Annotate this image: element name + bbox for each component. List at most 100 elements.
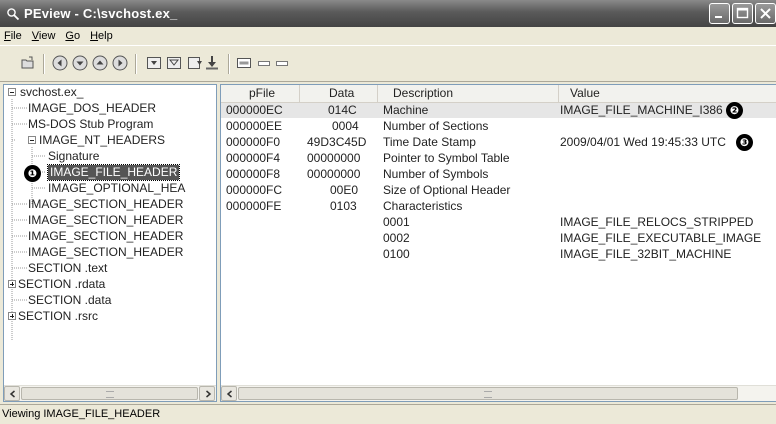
chevron-right-icon	[206, 390, 212, 398]
cell-value: IMAGE_FILE_MACHINE_I386	[560, 103, 723, 117]
cell-value: 2009/04/01 Wed 19:45:33 UTC	[560, 135, 726, 149]
scroll-left-button[interactable]	[4, 386, 20, 401]
grid-horizontal-scrollbar[interactable]	[221, 385, 776, 401]
column-header-description[interactable]: Description	[378, 85, 559, 102]
menu-help[interactable]: Help	[85, 30, 118, 42]
address-mode-icon[interactable]	[236, 55, 252, 71]
tree-item[interactable]: IMAGE_SECTION_HEADER	[28, 197, 183, 212]
tree-item[interactable]: SECTION .rsrc	[18, 309, 98, 324]
table-row[interactable]: 0100 IMAGE_FILE_32BIT_MACHINE	[221, 247, 776, 262]
cell-description: Machine	[383, 103, 429, 117]
maximize-button[interactable]	[732, 3, 753, 24]
table-row[interactable]: 000000EE 0004 Number of Sections	[221, 119, 776, 134]
go-down-icon[interactable]	[72, 55, 88, 71]
cell-data: 014C	[328, 103, 357, 117]
table-row[interactable]: 000000F0 49D3C45D Time Date Stamp 2009/0…	[221, 135, 776, 150]
cell-pfile: 000000F8	[226, 167, 281, 181]
menu-view[interactable]: View	[27, 30, 61, 42]
tree-item[interactable]: SECTION .data	[28, 293, 111, 308]
menu-go-accel: G	[65, 30, 74, 42]
scroll-thumb[interactable]	[238, 387, 738, 400]
tree-item[interactable]: SECTION .text	[28, 261, 107, 276]
table-row[interactable]: 000000EC 014C Machine IMAGE_FILE_MACHINE…	[221, 103, 776, 118]
callout-2: ❷	[726, 102, 743, 119]
grid-header: pFile Data Description Value	[221, 85, 776, 103]
cell-description: Pointer to Symbol Table	[383, 151, 510, 165]
display-mode-1-icon[interactable]	[256, 55, 272, 71]
tree-item[interactable]: Signature	[48, 149, 99, 164]
cell-value: IMAGE_FILE_32BIT_MACHINE	[560, 247, 732, 261]
tree-collapse-toggle[interactable]	[8, 88, 16, 96]
menu-file-accel: F	[4, 30, 11, 42]
scroll-thumb[interactable]	[21, 387, 198, 400]
scroll-right-button[interactable]	[199, 386, 215, 401]
tree-item[interactable]: SECTION .rdata	[18, 277, 105, 292]
table-row[interactable]: 000000FE 0103 Characteristics	[221, 199, 776, 214]
detail-grid[interactable]: pFile Data Description Value 000000EC 01…	[220, 84, 776, 402]
tree-item[interactable]: IMAGE_DOS_HEADER	[28, 101, 156, 116]
tree-item[interactable]: IMAGE_SECTION_HEADER	[28, 245, 183, 260]
menu-file[interactable]: File	[0, 30, 27, 42]
tree-item[interactable]: IMAGE_SECTION_HEADER	[28, 213, 183, 228]
cell-data: 00000000	[307, 167, 361, 181]
scroll-left-button[interactable]	[221, 386, 237, 401]
go-back-icon[interactable]	[52, 55, 68, 71]
tree-collapse-toggle[interactable]	[28, 136, 36, 144]
menu-bar: File View Go Help	[0, 27, 776, 45]
tree-root[interactable]: svchost.ex_	[20, 85, 83, 100]
column-header-pfile[interactable]: pFile	[221, 85, 300, 102]
tree-item-selected[interactable]: IMAGE_FILE_HEADER	[46, 164, 181, 181]
cell-data: 0103	[330, 199, 357, 213]
cell-data: 0004	[332, 119, 359, 133]
close-button[interactable]	[755, 3, 776, 24]
tree-item[interactable]: IMAGE_NT_HEADERS	[39, 133, 165, 148]
cell-description: Time Date Stamp	[383, 135, 476, 149]
column-header-value[interactable]: Value	[559, 85, 776, 102]
menu-help-rest: elp	[98, 30, 113, 42]
cell-pfile: 000000F0	[226, 135, 281, 149]
cell-pfile: 000000F4	[226, 151, 281, 165]
table-row[interactable]: 0001 IMAGE_FILE_RELOCS_STRIPPED	[221, 215, 776, 230]
title-bar[interactable]: PEview - C:\svchost.ex_	[0, 0, 776, 27]
display-mode-2-icon[interactable]	[274, 55, 290, 71]
cell-description: 0002	[383, 231, 410, 245]
go-forward-icon[interactable]	[112, 55, 128, 71]
view-byte-icon[interactable]	[146, 55, 162, 71]
cell-pfile: 000000EE	[226, 119, 283, 133]
cell-description: Characteristics	[383, 199, 463, 213]
view-word-icon[interactable]	[166, 55, 182, 71]
maximize-icon	[736, 7, 749, 19]
chevron-left-icon	[9, 390, 15, 398]
tree-expand-toggle[interactable]	[8, 312, 16, 320]
callout-3: ❸	[736, 134, 753, 151]
tree-item[interactable]: IMAGE_OPTIONAL_HEA	[48, 181, 185, 196]
cell-pfile: 000000FE	[226, 199, 282, 213]
menu-file-rest: ile	[10, 30, 22, 42]
minimize-button[interactable]	[709, 3, 730, 24]
go-up-icon[interactable]	[92, 55, 108, 71]
toolbar	[0, 45, 776, 82]
view-qword-icon[interactable]	[204, 55, 220, 71]
menu-help-accel: H	[90, 30, 99, 42]
cell-description: Number of Symbols	[383, 167, 489, 181]
table-row[interactable]: 000000F4 00000000 Pointer to Symbol Tabl…	[221, 151, 776, 166]
menu-go[interactable]: Go	[60, 30, 85, 42]
tree-horizontal-scrollbar[interactable]	[4, 385, 216, 401]
column-header-data[interactable]: Data	[300, 85, 378, 102]
cell-data: 00E0	[330, 183, 359, 197]
open-file-icon[interactable]	[20, 55, 36, 71]
tree-item[interactable]: MS-DOS Stub Program	[28, 117, 153, 132]
cell-description: Size of Optional Header	[383, 183, 511, 197]
tree-item[interactable]: IMAGE_SECTION_HEADER	[28, 229, 183, 244]
toolbar-separator	[43, 54, 45, 74]
chevron-left-icon	[226, 390, 232, 398]
table-row[interactable]: 000000FC 00E0 Size of Optional Header	[221, 183, 776, 198]
view-dword-icon[interactable]	[187, 55, 203, 71]
tree-pane[interactable]: svchost.ex_ IMAGE_DOS_HEADER MS-DOS Stub…	[3, 84, 217, 402]
tree-expand-toggle[interactable]	[8, 280, 16, 288]
status-bar: Viewing IMAGE_FILE_HEADER	[0, 404, 776, 424]
cell-data: 00000000	[307, 151, 361, 165]
table-row[interactable]: 0002 IMAGE_FILE_EXECUTABLE_IMAGE	[221, 231, 776, 246]
cell-data: 49D3C45D	[307, 135, 367, 149]
table-row[interactable]: 000000F8 00000000 Number of Symbols	[221, 167, 776, 182]
